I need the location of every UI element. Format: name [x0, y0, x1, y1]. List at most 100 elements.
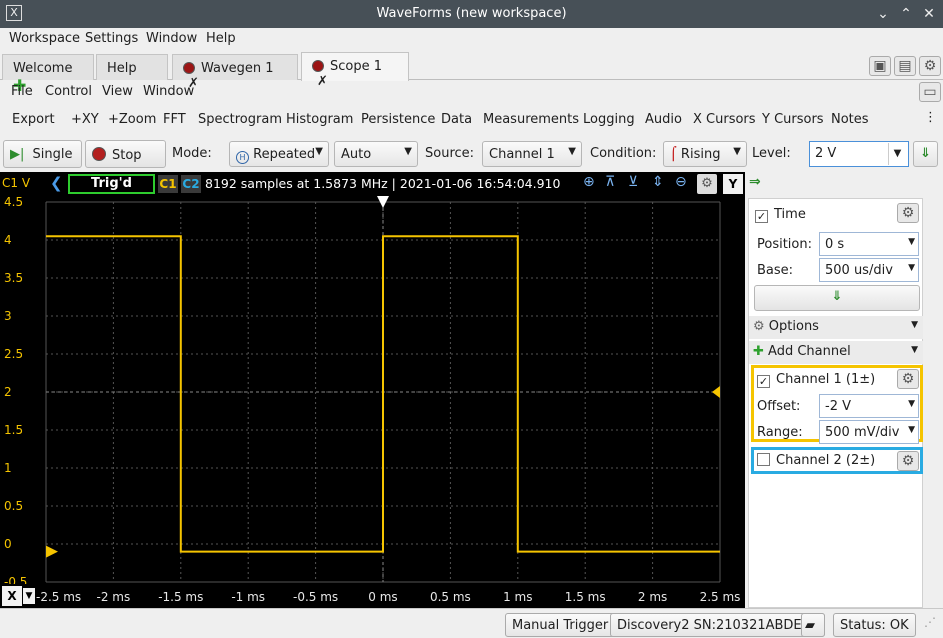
gear-icon[interactable]: ⚙ [697, 174, 717, 194]
waveform-chart[interactable]: 4.5 4 3.5 3 2.5 2 1.5 1 0.5 0 -0.5 [0, 195, 745, 589]
toolbar-fft[interactable]: FFT [163, 112, 186, 127]
cursor-down-icon[interactable]: ⊻ [628, 174, 638, 190]
menu-workspace[interactable]: Workspace [9, 31, 80, 46]
channel-1-panel: ✓ Channel 1 (1±) ⚙ Offset: -2 V ▼ Range: … [751, 365, 923, 444]
close-window-button[interactable]: ✕ [919, 4, 939, 24]
menu-window[interactable]: Window [143, 84, 194, 99]
scope-plot-area[interactable]: 4.5 4 3.5 3 2.5 2 1.5 1 0.5 0 -0.5 [0, 195, 745, 589]
toolbar-persistence[interactable]: Persistence [361, 112, 435, 127]
menu-control[interactable]: Control [45, 84, 92, 99]
source-select[interactable]: Channel 1 ▼ [482, 141, 582, 167]
position-input[interactable]: 0 s ▼ [819, 232, 919, 256]
toolbar-spectrogram[interactable]: Spectrogram [198, 112, 282, 127]
position-value: 0 s [825, 237, 845, 252]
device-button[interactable]: Discovery2 SN:210321ABDE87 [610, 613, 826, 637]
time-checkbox[interactable]: ✓ [755, 210, 768, 223]
toolbar-notes[interactable]: Notes [831, 112, 869, 127]
zoom-in-icon[interactable]: ⊕ [583, 174, 595, 190]
channel-2-checkbox[interactable] [757, 453, 770, 466]
toolbar-histogram[interactable]: Histogram [286, 112, 353, 127]
gear-icon[interactable]: ⚙ [897, 203, 919, 223]
more-icon[interactable]: ⋮ [924, 110, 937, 125]
minimize-button[interactable]: ⌄ [873, 4, 893, 24]
trigger-mode-select[interactable]: Auto ▼ [334, 141, 418, 167]
base-value: 500 us/div [825, 263, 893, 278]
scroll-left-icon[interactable]: ❮ [50, 174, 63, 192]
tab-help[interactable]: Help [96, 54, 168, 80]
pan-icon[interactable]: ⇕ [652, 174, 664, 190]
y-axis-button[interactable]: Y [723, 174, 743, 194]
y-tick-label: 1.5 [4, 423, 23, 437]
restore-icon[interactable]: ▭ [919, 82, 941, 102]
y-tick-label: 4.5 [4, 196, 23, 209]
menu-help[interactable]: Help [206, 31, 236, 46]
cursor-up-icon[interactable]: ⊼ [605, 174, 615, 190]
toolbar-audio[interactable]: Audio [645, 112, 682, 127]
stop-button[interactable]: Stop [85, 140, 166, 168]
tab-scope[interactable]: Scope 1 ✗ [301, 52, 409, 89]
source-value: Channel 1 [489, 147, 555, 162]
arrow-right-icon[interactable]: ⇒ [749, 174, 761, 190]
offset-label: Offset: [757, 399, 801, 414]
toolbar-y-cursors[interactable]: Y Cursors [762, 112, 824, 127]
offset-value: -2 V [825, 399, 851, 414]
stop-icon [92, 147, 106, 161]
tile-icon[interactable]: ▤ [894, 56, 916, 76]
chevron-down-icon: ▼ [315, 146, 323, 157]
channel-1-header[interactable]: ✓ Channel 1 (1±) [757, 372, 875, 388]
options-row[interactable]: ⚙ Options ▼ [749, 316, 923, 339]
tab-welcome[interactable]: Welcome ✚ [2, 54, 94, 95]
toolbar-data[interactable]: Data [441, 112, 472, 127]
channel-1-badge[interactable]: C1 [158, 175, 178, 193]
gear-icon[interactable]: ⚙ [897, 451, 919, 471]
manual-trigger-button[interactable]: Manual Trigger [505, 613, 616, 637]
chevron-down-icon[interactable]: ▼ [908, 425, 915, 435]
level-input[interactable]: 2 V ▼ [809, 141, 909, 167]
condition-select[interactable]: ⌠ Rising ▼ [663, 141, 747, 167]
y-tick-label: 3.5 [4, 271, 23, 285]
chevron-down-icon[interactable]: ▼ [888, 143, 906, 165]
status-button[interactable]: Status: OK [833, 613, 916, 637]
chevron-down-icon[interactable]: ▼ [908, 263, 915, 273]
chevron-down-icon[interactable]: ▼ [908, 399, 915, 409]
gear-icon[interactable]: ⚙ [919, 56, 941, 76]
gear-icon[interactable]: ⚙ [897, 369, 919, 389]
toolbar-measurements[interactable]: Measurements [483, 112, 579, 127]
repeat-icon: H [236, 151, 249, 164]
x-tick-label: 0.5 ms [430, 590, 471, 604]
time-section-header[interactable]: ✓ Time [755, 207, 806, 223]
add-channel-row[interactable]: ✚ Add Channel ▼ [749, 341, 923, 364]
trigger-status-badge: Trig'd [68, 174, 155, 194]
menu-file[interactable]: File [11, 84, 33, 99]
chevron-down-icon[interactable]: ▼ [908, 237, 915, 247]
menu-window[interactable]: Window [146, 31, 197, 46]
zoom-out-icon[interactable]: ⊖ [675, 174, 687, 190]
tab-label: Wavegen 1 [201, 61, 274, 76]
channel-2-header[interactable]: Channel 2 (2±) [757, 453, 875, 468]
single-button[interactable]: ▶| Single [3, 140, 82, 168]
x-axis-bar: X ▼ -2.5 ms -2 ms -1.5 ms -1 ms -0.5 ms 0 ms 0… [0, 584, 745, 608]
device-icon[interactable]: ▰ [801, 613, 825, 637]
maximize-button[interactable]: ⌃ [896, 4, 916, 24]
apply-down-button[interactable]: ⇓ [913, 141, 938, 167]
toolbar-x-cursors[interactable]: X Cursors [693, 112, 756, 127]
menu-view[interactable]: View [102, 84, 133, 99]
mode-select[interactable]: H Repeated ▼ [229, 141, 329, 167]
condition-value: Rising [680, 147, 721, 162]
toolbar-zoom[interactable]: +Zoom [108, 112, 156, 127]
menu-settings[interactable]: Settings [85, 31, 138, 46]
offset-input[interactable]: -2 V ▼ [819, 394, 919, 418]
toolbar-logging[interactable]: Logging [583, 112, 635, 127]
range-input[interactable]: 500 mV/div ▼ [819, 420, 919, 444]
tab-wavegen[interactable]: Wavegen 1 ✗ [172, 54, 298, 91]
base-input[interactable]: 500 us/div ▼ [819, 258, 919, 282]
channel-1-checkbox[interactable]: ✓ [757, 375, 770, 388]
position-label: Position: [757, 237, 812, 252]
apply-time-button[interactable]: ⇓ [754, 285, 920, 311]
toolbar-xy[interactable]: +XY [71, 112, 99, 127]
cascade-icon[interactable]: ▣ [869, 56, 891, 76]
toolbar-export[interactable]: Export [12, 112, 55, 127]
trigger-mode-value: Auto [341, 147, 372, 162]
channel-2-panel: Channel 2 (2±) ⚙ [751, 447, 923, 474]
channel-2-badge[interactable]: C2 [181, 175, 201, 193]
